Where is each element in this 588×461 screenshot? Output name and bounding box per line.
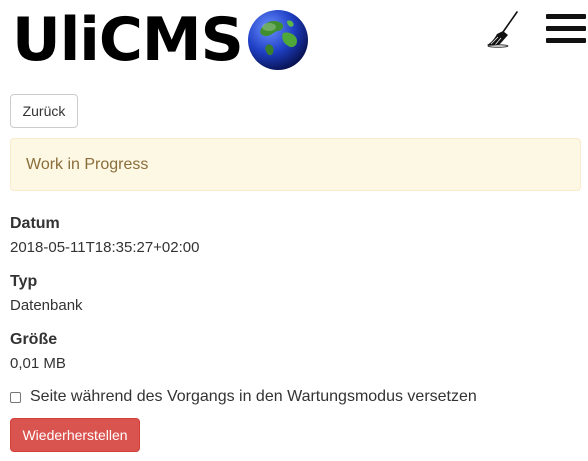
restore-button[interactable]: Wiederherstellen [10,418,140,452]
maintenance-mode-checkbox[interactable] [10,391,21,403]
broom-icon[interactable] [484,10,520,48]
globe-icon [247,10,308,70]
status-alert: Work in Progress [10,138,581,191]
alert-text: Work in Progress [26,155,149,173]
maintenance-mode-label: Seite während des Vorgangs in den Wartun… [30,388,477,405]
hamburger-menu-icon[interactable] [546,14,586,46]
menu-bar [546,14,586,19]
date-value: 2018-05-11T18:35:27+02:00 [10,239,200,256]
logo[interactable]: UliCMS [12,8,309,72]
logo-text: UliCMS [12,5,244,75]
maintenance-mode-option[interactable]: Seite während des Vorgangs in den Wartun… [10,388,477,406]
back-button[interactable]: Zurück [10,94,78,128]
type-label: Typ [10,273,38,290]
size-value: 0,01 MB [10,355,66,372]
type-value: Datenbank [10,297,83,314]
size-label: Größe [10,331,58,348]
date-label: Datum [10,215,60,232]
menu-bar [546,38,586,43]
menu-bar [546,26,586,31]
